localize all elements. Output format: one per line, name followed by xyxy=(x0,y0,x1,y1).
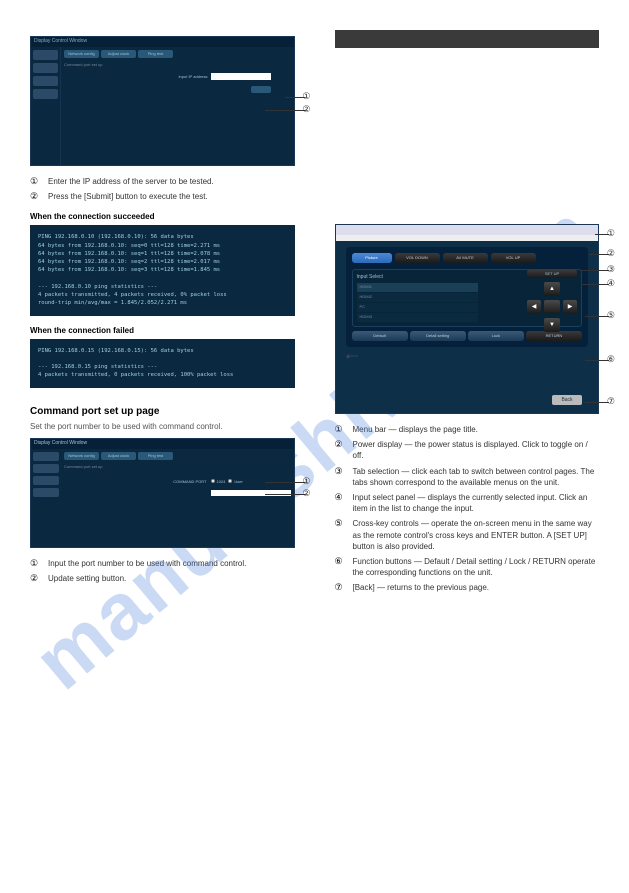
back-button[interactable]: Back xyxy=(552,395,582,405)
setup-button[interactable]: SET UP xyxy=(527,270,577,278)
sidebar xyxy=(31,47,61,165)
list-cmd-port-steps: ①Input the port number to be used with c… xyxy=(30,558,295,584)
screenshot-display-control: Picture VOL DOWN AV MUTE VOL UP Input Se… xyxy=(335,224,600,414)
window-title: Display Control Window xyxy=(31,37,294,47)
sidebar-item[interactable] xyxy=(33,50,58,60)
ip-field-label: Input IP address xyxy=(178,74,207,79)
cmd-port-label: COMMAND PORT xyxy=(64,479,211,484)
sidebar-item[interactable] xyxy=(33,89,58,99)
ping-output-fail: PING 192.168.0.15 (192.168.0.15): 56 dat… xyxy=(30,339,295,388)
tab-vol-down[interactable]: VOL DOWN xyxy=(395,253,440,263)
btn-detail[interactable]: Detail setting xyxy=(410,331,466,341)
section-header-bar xyxy=(335,30,600,48)
tab-adjust-clock[interactable]: Adjust clock xyxy=(101,452,136,460)
tab-vol-up[interactable]: VOL UP xyxy=(491,253,536,263)
tab-ping-test[interactable]: Ping test xyxy=(138,452,173,460)
dpad-up-icon[interactable]: ▲ xyxy=(544,282,560,296)
btn-lock[interactable]: Lock xyxy=(468,331,524,341)
tab-ping-test[interactable]: Ping test xyxy=(138,50,173,58)
dpad-left-icon[interactable]: ◀ xyxy=(527,300,541,314)
list-ping-steps: ①Enter the IP address of the server to b… xyxy=(30,176,295,202)
ip-input[interactable] xyxy=(211,73,271,80)
dpad: ▲ ▼ ◀ ▶ xyxy=(527,282,577,332)
btn-return[interactable]: RETURN xyxy=(526,331,582,341)
sidebar xyxy=(31,449,61,547)
sidebar-item[interactable] xyxy=(33,464,59,473)
ping-success-label: When the connection succeeded xyxy=(30,212,295,221)
screenshot-ping-test: Display Control Window Network config Ad… xyxy=(30,36,295,166)
window-title: Display Control Window xyxy=(31,439,294,449)
dpad-right-icon[interactable]: ▶ xyxy=(563,300,577,314)
dpad-down-icon[interactable]: ▼ xyxy=(544,318,560,332)
radio-user[interactable]: User xyxy=(228,479,242,484)
btn-default[interactable]: Default xyxy=(352,331,408,341)
input-item[interactable]: PC xyxy=(357,303,478,312)
subsection-label: Command port set up xyxy=(64,62,291,67)
tab-picture[interactable]: Picture xyxy=(352,253,392,263)
sidebar-item[interactable] xyxy=(33,63,58,73)
tab-network-config[interactable]: Network config xyxy=(64,50,99,58)
window-title xyxy=(336,225,599,235)
ping-output-success: PING 192.168.0.10 (192.168.0.10): 56 dat… xyxy=(30,225,295,315)
radio-1024[interactable]: 1024 xyxy=(211,479,226,484)
cmd-port-desc: Set the port number to be used with comm… xyxy=(30,421,295,432)
brand-logo: ◆━━ xyxy=(346,353,589,360)
input-item[interactable]: HDMI3 xyxy=(357,313,478,322)
submit-button[interactable] xyxy=(251,86,271,93)
sidebar-item[interactable] xyxy=(33,452,59,461)
tab-network-config[interactable]: Network config xyxy=(64,452,99,460)
list-display-control-items: ①Menu bar — displays the page title. ②Po… xyxy=(335,424,600,593)
input-item[interactable]: HDMI2 xyxy=(357,293,478,302)
sidebar-item[interactable] xyxy=(33,488,59,497)
tab-av-mute[interactable]: AV MUTE xyxy=(443,253,488,263)
ping-fail-label: When the connection failed xyxy=(30,326,295,335)
sidebar-item[interactable] xyxy=(33,476,59,485)
port-input[interactable] xyxy=(211,490,291,496)
cmd-port-heading: Command port set up page xyxy=(30,406,295,417)
dpad-ok-button[interactable] xyxy=(544,300,560,314)
tab-adjust-clock[interactable]: Adjust clock xyxy=(101,50,136,58)
sidebar-item[interactable] xyxy=(33,76,58,86)
subsection-label: Command port set up xyxy=(64,464,291,469)
screenshot-cmd-port: Display Control Window Network config Ad… xyxy=(30,438,295,548)
input-item[interactable]: HDMI1 xyxy=(357,283,478,292)
